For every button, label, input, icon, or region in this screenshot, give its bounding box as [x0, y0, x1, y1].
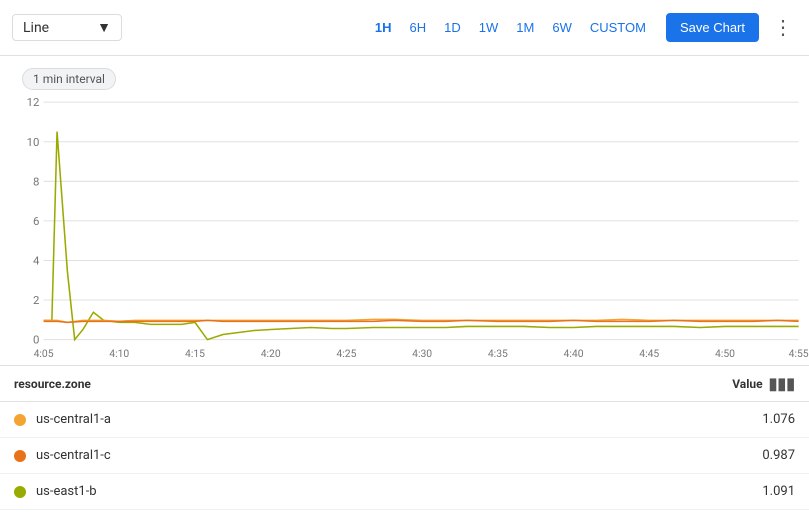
- value-east1-b: 1.091: [762, 484, 795, 499]
- svg-text:4:15: 4:15: [185, 347, 205, 360]
- time-filter-custom[interactable]: CUSTOM: [584, 16, 652, 39]
- series-us-central1-c: [44, 320, 799, 322]
- chart-wrapper: 0 2 4 6 8 10 12 4:05 4:10 4:15 4:20 4:25…: [0, 91, 809, 365]
- svg-text:2: 2: [33, 294, 39, 307]
- series-dot-central1-a: [14, 414, 26, 426]
- svg-text:4:40: 4:40: [564, 347, 584, 360]
- svg-text:8: 8: [33, 175, 39, 188]
- table-row: us-central1-a 1.076: [0, 402, 809, 438]
- svg-text:10: 10: [27, 136, 40, 149]
- series-us-east1-b: [44, 132, 799, 340]
- time-filter-1h[interactable]: 1H: [369, 16, 398, 39]
- table-row: us-central1-c 0.987: [0, 438, 809, 474]
- data-table: resource.zone Value ▮▮▮ us-central1-a 1.…: [0, 366, 809, 510]
- svg-text:12: 12: [27, 96, 40, 109]
- svg-text:4:25: 4:25: [336, 347, 356, 360]
- time-filter-1m[interactable]: 1M: [510, 16, 540, 39]
- column-settings-icon[interactable]: ▮▮▮: [769, 374, 795, 393]
- chart-area: 1 min interval 0 2 4 6 8 10 12 4:05 4:10: [0, 56, 809, 366]
- svg-text:4:45: 4:45: [639, 347, 659, 360]
- time-filter-6w[interactable]: 6W: [546, 16, 578, 39]
- svg-text:4:20: 4:20: [261, 347, 281, 360]
- time-filter-group: 1H 6H 1D 1W 1M 6W CUSTOM Save Chart ⋮: [369, 11, 797, 44]
- dropdown-arrow-icon: ▼: [97, 19, 111, 36]
- svg-text:4:55: 4:55: [789, 347, 809, 360]
- column-resource-zone: resource.zone: [14, 377, 91, 391]
- svg-text:4:05: 4:05: [34, 347, 54, 360]
- time-filter-1d[interactable]: 1D: [438, 16, 467, 39]
- svg-text:6: 6: [33, 215, 39, 228]
- series-dot-central1-c: [14, 450, 26, 462]
- chart-type-dropdown[interactable]: Line ▼: [12, 14, 122, 41]
- interval-badge: 1 min interval: [22, 68, 116, 90]
- value-central1-c: 0.987: [762, 448, 795, 463]
- svg-text:4:35: 4:35: [488, 347, 508, 360]
- series-dot-east1-b: [14, 486, 26, 498]
- line-chart: 0 2 4 6 8 10 12 4:05 4:10 4:15 4:20 4:25…: [0, 91, 809, 365]
- zone-label-east1-b: us-east1-b: [36, 484, 97, 499]
- chart-header: Line ▼ 1H 6H 1D 1W 1M 6W CUSTOM Save Cha…: [0, 0, 809, 56]
- zone-label-central1-a: us-central1-a: [36, 412, 111, 427]
- save-chart-button[interactable]: Save Chart: [666, 13, 759, 42]
- zone-label-central1-c: us-central1-c: [36, 448, 111, 463]
- table-row: us-east1-b 1.091: [0, 474, 809, 510]
- svg-text:4:50: 4:50: [715, 347, 735, 360]
- column-value-label: Value: [732, 377, 762, 391]
- table-header: resource.zone Value ▮▮▮: [0, 366, 809, 402]
- svg-text:4: 4: [33, 255, 40, 268]
- time-filter-1w[interactable]: 1W: [473, 16, 505, 39]
- more-options-button[interactable]: ⋮: [769, 11, 797, 44]
- svg-text:4:10: 4:10: [109, 347, 129, 360]
- value-central1-a: 1.076: [762, 412, 795, 427]
- time-filter-6h[interactable]: 6H: [404, 16, 433, 39]
- svg-text:4:30: 4:30: [412, 347, 432, 360]
- svg-text:0: 0: [33, 334, 39, 347]
- chart-type-label: Line: [23, 20, 49, 36]
